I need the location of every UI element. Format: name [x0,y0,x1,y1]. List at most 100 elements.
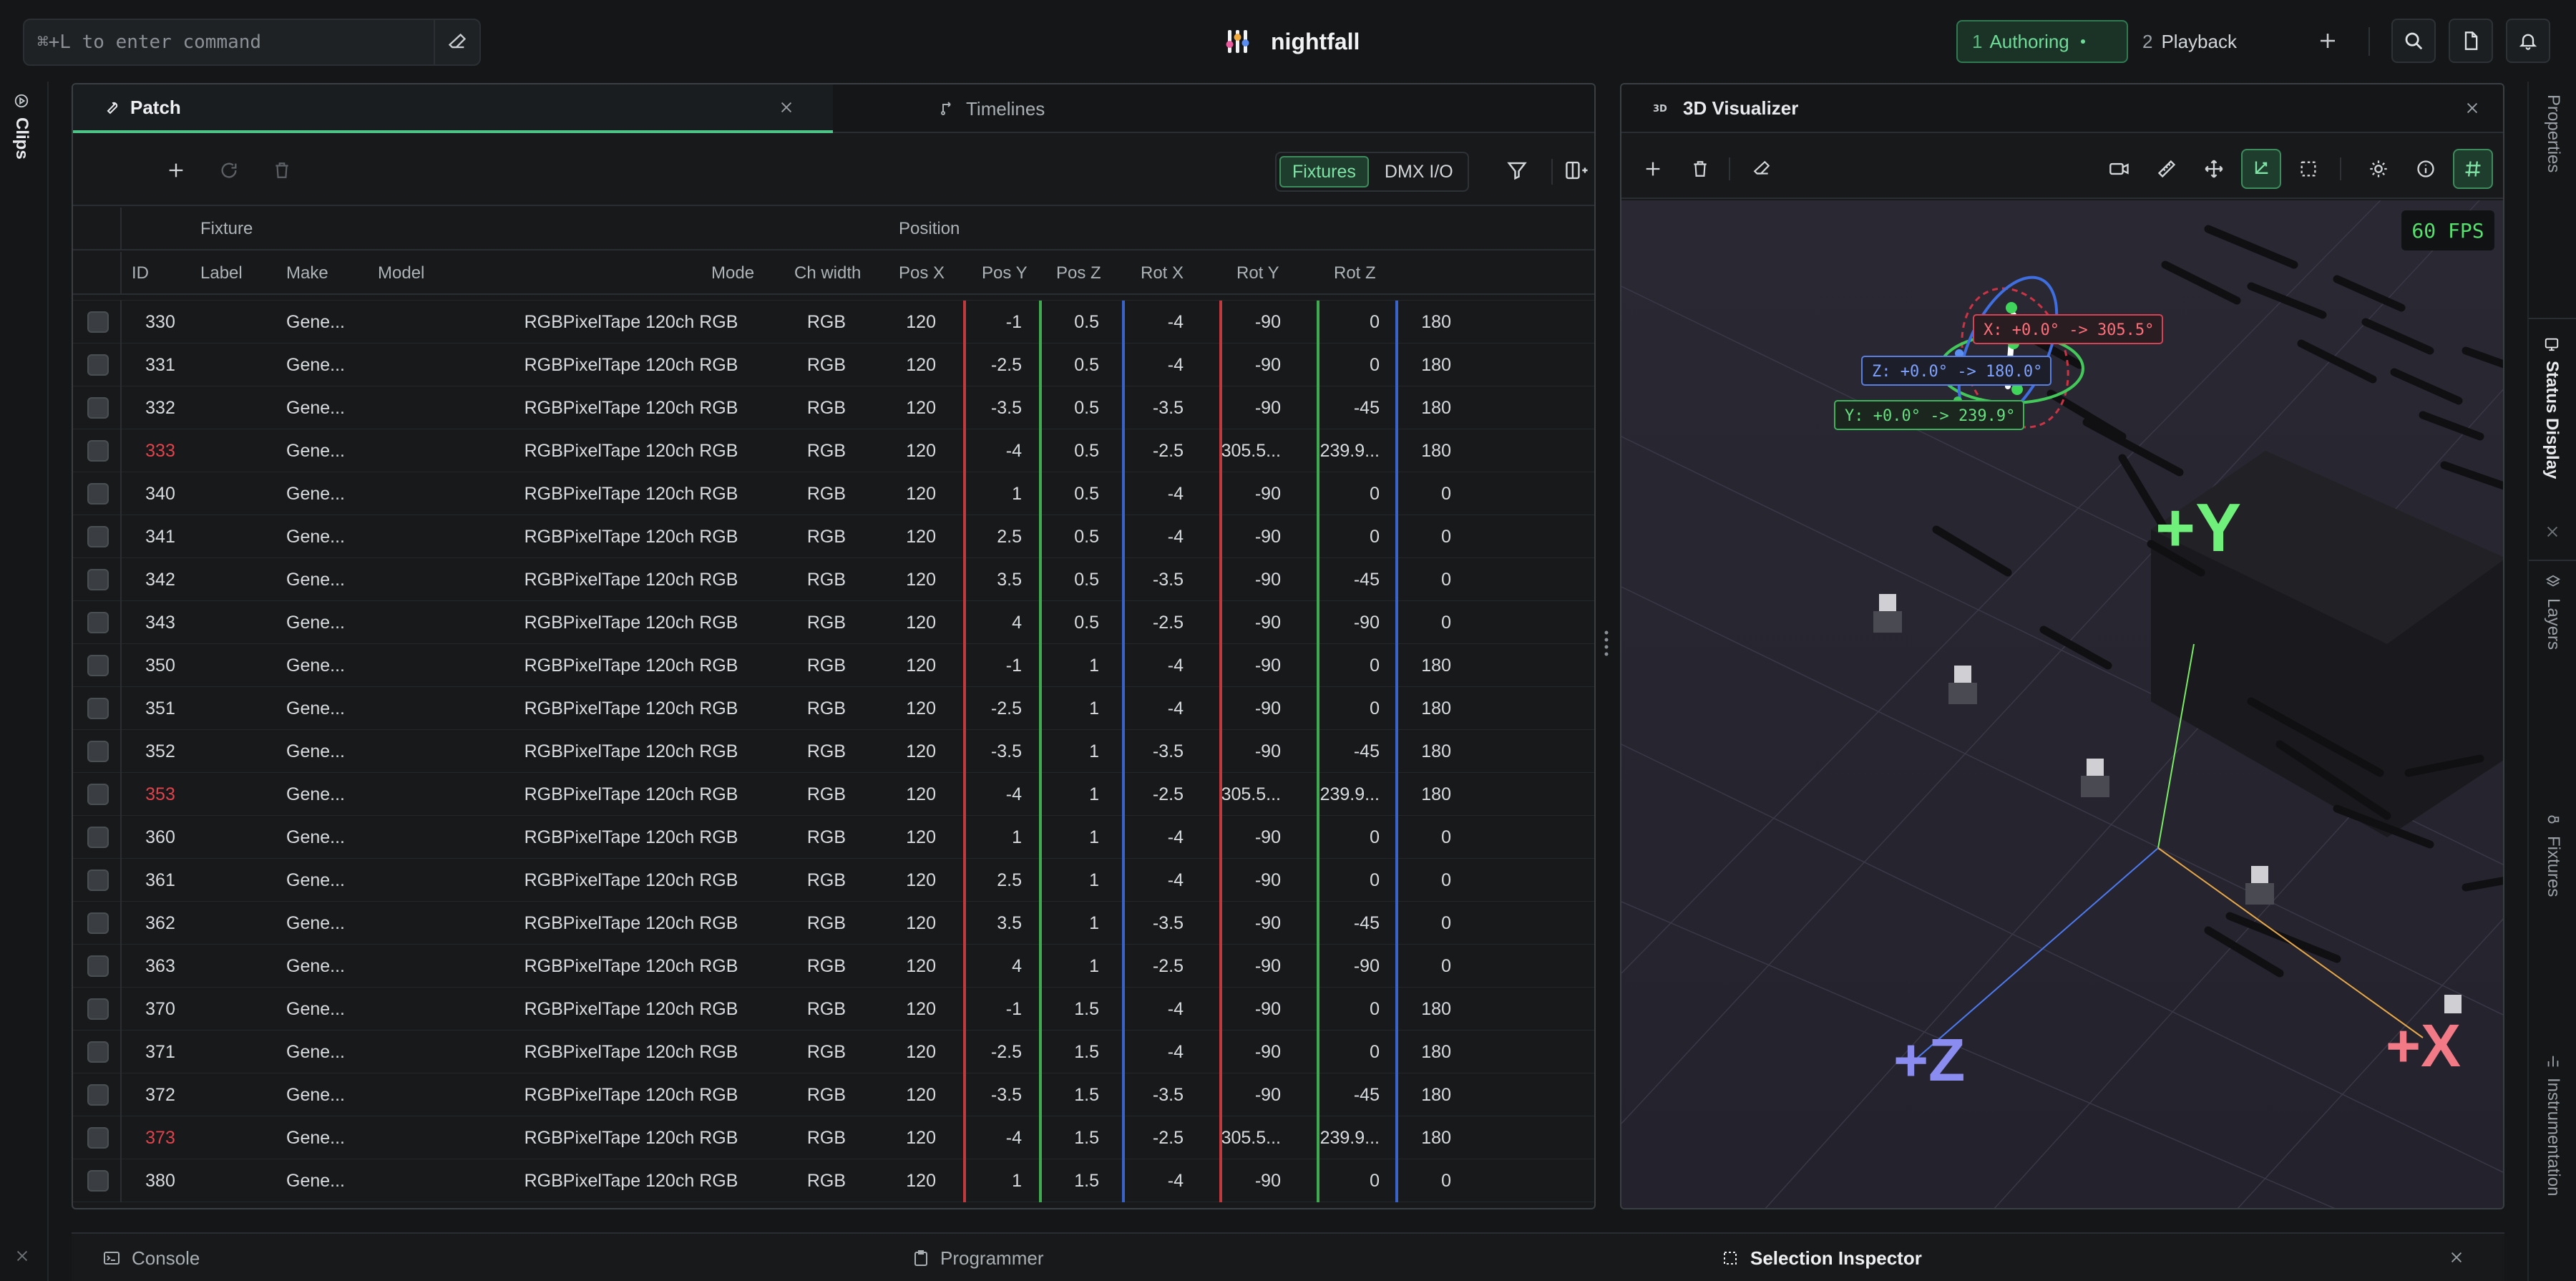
panel-splitter[interactable] [1604,628,1609,660]
table-row[interactable]: 331 Gene... RGBPixelTape 120ch RGB RGB 120 -2… [73,344,1594,386]
table-row[interactable]: 333 Gene... RGBPixelTape 120ch RGB RGB 120 -4… [73,429,1594,472]
col-mode[interactable]: Mode [711,252,754,295]
tab-programmer[interactable]: Programmer [913,1234,1043,1281]
row-checkbox[interactable] [87,397,109,419]
fixtures-tab[interactable]: Fixtures [2543,812,2563,897]
instrumentation-tab[interactable]: Instrumentation [2543,1053,2563,1196]
grid-toggle-button[interactable] [2453,149,2493,189]
table-row[interactable]: 352 Gene... RGBPixelTape 120ch RGB RGB 120 -3… [73,730,1594,773]
info-button[interactable] [2406,149,2446,189]
segment-fixtures[interactable]: Fixtures [1279,156,1369,187]
row-checkbox[interactable] [87,912,109,934]
close-panel-button[interactable] [2545,524,2560,543]
row-checkbox[interactable] [87,354,109,376]
table-row[interactable]: 342 Gene... RGBPixelTape 120ch RGB RGB 120 3.… [73,558,1594,601]
row-checkbox[interactable] [87,784,109,805]
document-button[interactable] [2449,19,2493,63]
tab-patch[interactable]: Patch [73,84,833,133]
rotate-tool-button[interactable] [2241,149,2281,189]
row-checkbox[interactable] [87,1084,109,1106]
tab-console[interactable]: Console [103,1234,200,1281]
row-checkbox[interactable] [87,1170,109,1192]
filter-button[interactable] [1501,155,1533,186]
col-pos-y[interactable]: Pos Y [982,252,1028,295]
add-mode-button[interactable] [2306,19,2350,63]
row-checkbox[interactable] [87,1127,109,1149]
col-label[interactable]: Label [200,252,243,295]
lighting-button[interactable] [2358,149,2399,189]
col-ch-width[interactable]: Ch width [794,252,861,295]
col-make[interactable]: Make [286,252,328,295]
delete-button[interactable] [266,155,298,186]
refresh-button[interactable] [213,155,245,186]
row-checkbox[interactable] [87,1041,109,1063]
row-checkbox[interactable] [87,483,109,505]
table-row[interactable]: 370 Gene... RGBPixelTape 120ch RGB RGB 120 -1… [73,988,1594,1031]
table-row[interactable]: 330 Gene... RGBPixelTape 120ch RGB RGB 120 -1… [73,301,1594,344]
clips-tab[interactable]: Clips [11,93,31,160]
table-row[interactable]: 341 Gene... RGBPixelTape 120ch RGB RGB 120 2.… [73,515,1594,558]
eraser-button[interactable] [1742,149,1782,189]
table-row[interactable]: 350 Gene... RGBPixelTape 120ch RGB RGB 120 -1… [73,644,1594,687]
table-row[interactable]: 363 Gene... RGBPixelTape 120ch RGB RGB 120 4 1… [73,945,1594,988]
command-input[interactable] [24,20,434,64]
table-row[interactable]: 351 Gene... RGBPixelTape 120ch RGB RGB 120 -2… [73,687,1594,730]
row-checkbox[interactable] [87,741,109,762]
table-row[interactable]: 360 Gene... RGBPixelTape 120ch RGB RGB 120 1 1… [73,816,1594,859]
close-inspector-button[interactable] [2449,1250,2464,1269]
move-tool-button[interactable] [2194,149,2234,189]
add-object-button[interactable] [1633,149,1673,189]
col-pos-z[interactable]: Pos Z [1056,252,1101,295]
close-icon[interactable] [779,99,794,115]
measure-button[interactable] [2147,149,2187,189]
row-checkbox[interactable] [87,612,109,633]
table-row[interactable]: 380 Gene... RGBPixelTape 120ch RGB RGB 120 1 1… [73,1159,1594,1202]
col-model[interactable]: Model [378,252,424,295]
cell-pos-y: 1.5 [1074,1084,1099,1105]
col-rot-y[interactable]: Rot Y [1236,252,1279,295]
row-checkbox[interactable] [87,311,109,333]
3d-viewport[interactable]: +Y +Z +X X: +0.0° -> 305.5° Z: +0.0° -> … [1621,200,2504,1209]
table-row[interactable]: 343 Gene... RGBPixelTape 120ch RGB RGB 120 4 0… [73,601,1594,644]
camera-button[interactable] [2099,149,2140,189]
select-box-button[interactable] [2288,149,2328,189]
col-rot-z[interactable]: Rot Z [1334,252,1376,295]
table-row[interactable]: 371 Gene... RGBPixelTape 120ch RGB RGB 120 -2… [73,1031,1594,1073]
close-icon[interactable] [2464,100,2480,116]
close-rail-button[interactable] [14,1248,30,1267]
cell-pos-x: 2.5 [997,526,1022,547]
segment-dmx-io[interactable]: DMX I/O [1373,156,1465,187]
row-checkbox[interactable] [87,526,109,547]
row-checkbox[interactable] [87,870,109,891]
columns-button[interactable] [1561,155,1593,186]
table-row[interactable]: 361 Gene... RGBPixelTape 120ch RGB RGB 120 2.… [73,859,1594,902]
col-rot-x[interactable]: Rot X [1141,252,1184,295]
row-checkbox[interactable] [87,655,109,676]
row-checkbox[interactable] [87,569,109,590]
col-pos-x[interactable]: Pos X [899,252,945,295]
clear-command-button[interactable] [434,20,479,64]
table-row[interactable]: 332 Gene... RGBPixelTape 120ch RGB RGB 120 -3… [73,386,1594,429]
table-row[interactable]: 373 Gene... RGBPixelTape 120ch RGB RGB 120 -4… [73,1116,1594,1159]
row-checkbox[interactable] [87,998,109,1020]
add-fixture-button[interactable] [160,155,192,186]
delete-object-button[interactable] [1680,149,1720,189]
row-checkbox[interactable] [87,440,109,462]
tab-timelines[interactable]: Timelines [867,84,1297,133]
search-button[interactable] [2391,19,2436,63]
table-row[interactable]: 353 Gene... RGBPixelTape 120ch RGB RGB 120 -4… [73,773,1594,816]
mode-playback-button[interactable]: 2 Playback [2142,20,2237,63]
table-row[interactable]: 362 Gene... RGBPixelTape 120ch RGB RGB 120 3.… [73,902,1594,945]
notifications-button[interactable] [2506,19,2550,63]
layers-tab[interactable]: Layers [2543,574,2563,650]
table-row[interactable]: 340 Gene... RGBPixelTape 120ch RGB RGB 120 1 0… [73,472,1594,515]
tab-selection-inspector[interactable]: Selection Inspector [1722,1234,1922,1281]
status-display-tab[interactable]: Status Display [2542,336,2562,479]
properties-tab[interactable]: Properties [2543,94,2563,172]
row-checkbox[interactable] [87,827,109,848]
table-row[interactable]: 372 Gene... RGBPixelTape 120ch RGB RGB 120 -3… [73,1073,1594,1116]
row-checkbox[interactable] [87,698,109,719]
row-checkbox[interactable] [87,955,109,977]
col-id[interactable]: ID [132,252,149,295]
mode-authoring-button[interactable]: 1 Authoring [1956,20,2128,63]
